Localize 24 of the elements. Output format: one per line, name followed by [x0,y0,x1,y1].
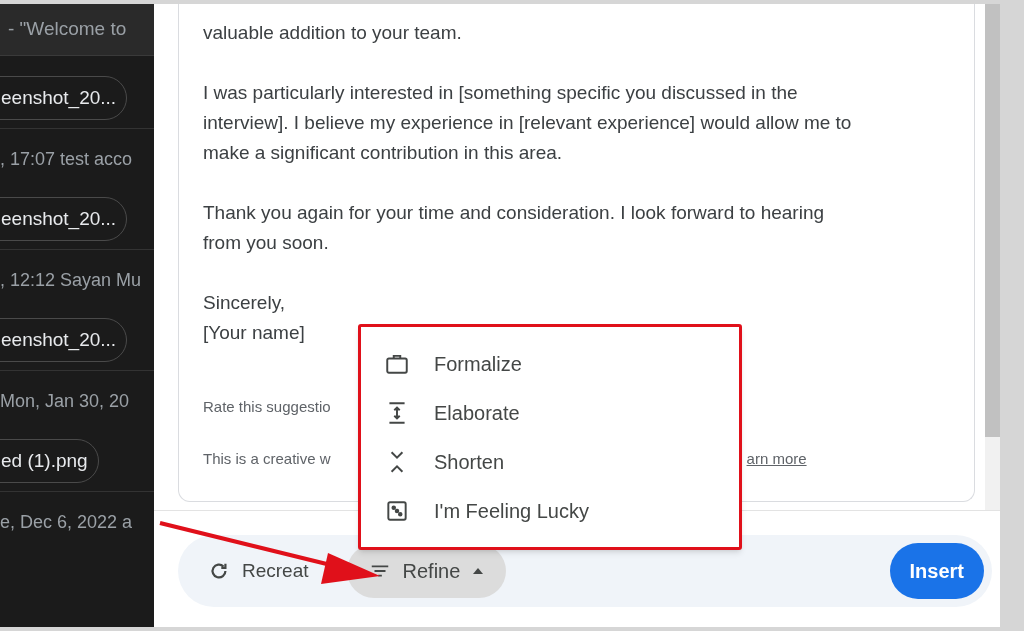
menu-item[interactable]: Elaborate [361,388,739,437]
rating-prompt: Rate this suggestio [203,396,331,417]
menu-item[interactable]: I'm Feeling Lucky [361,486,739,535]
menu-item[interactable]: Shorten [361,437,739,486]
scrollbar[interactable] [985,4,1000,510]
draft-text-line: Thank you again for your time and consideration. I look forward to hearing [203,201,826,225]
message-meta: e, Dec 6, 2022 a [0,510,133,534]
menu-item[interactable]: Formalize [361,339,739,388]
draft-text-line: I was particularly interested in [something specific you discussed in the [203,81,799,105]
learn-more-link[interactable]: arn more [746,447,807,471]
message-meta: Mon, Jan 30, 20 [0,389,130,413]
insert-button[interactable]: Insert [889,543,984,599]
draft-text-line: make a significant contribution in this area. [203,141,564,165]
draft-text-line: Sincerely, [203,291,286,315]
draft-text-line: [Your name] [203,321,306,345]
email-subject: - "Welcome to [7,17,127,42]
message-meta: , 12:12 Sayan Mu [0,268,142,292]
draft-text-line: interview]. I believe my experience in [relevant experience] would allow me to [203,111,853,135]
message-meta: , 17:07 test acco [0,147,133,171]
recreate-button[interactable]: Recreat [208,556,309,586]
draft-text-line: from you soon. [203,231,330,255]
caret-icon [472,567,485,575]
disclaimer-text: This is a creative w [203,448,331,469]
draft-text-line: valuable addition to your team. [203,21,463,45]
